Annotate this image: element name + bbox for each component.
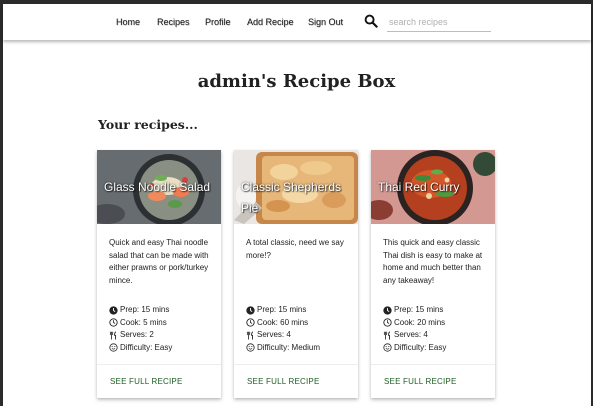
recipe-image[interactable]: Glass Noodle Salad (97, 150, 221, 224)
stat-cook: Cook: 5 mins (109, 317, 217, 330)
stat-serves: Serves: 4 (246, 329, 354, 342)
clock-outline-icon (383, 318, 392, 327)
stat-value: Medium (291, 342, 320, 352)
stat-difficulty: Difficulty: Easy (383, 342, 491, 355)
card-description: This quick and easy classic Thai dish is… (383, 238, 483, 285)
card-title: Classic Shepherds Pie (241, 180, 342, 215)
stat-label: Difficulty: (394, 342, 427, 352)
page-title: admin's Recipe Box (197, 71, 396, 92)
stat-value: 60 mins (280, 317, 309, 327)
stat-label: Serves: (257, 330, 285, 339)
clock-solid-icon (109, 306, 118, 315)
stat-label: Cook: (257, 317, 278, 327)
stat-prep: Prep: 15 mins (383, 304, 491, 317)
stat-difficulty: Difficulty: Medium (246, 342, 354, 355)
stat-value: 2 (149, 330, 154, 339)
card-title: Glass Noodle Salad (104, 180, 211, 194)
stat-serves: Serves: 4 (383, 329, 491, 342)
stat-label: Prep: (120, 305, 140, 314)
window-frame-left (0, 0, 3, 406)
see-full-recipe-link[interactable]: SEE FULL RECIPE (384, 377, 457, 386)
search-icon[interactable] (364, 14, 378, 28)
stat-value: 15 mins (141, 305, 170, 314)
nav-link-home[interactable]: Home (116, 17, 140, 27)
stat-prep: Prep: 15 mins (246, 304, 354, 317)
stat-prep: Prep: 15 mins (109, 304, 217, 317)
recipe-card-glass-noodle-salad: Glass Noodle Salad Quick and easy Thai n… (97, 150, 221, 398)
nav-link-recipes[interactable]: Recipes (157, 17, 190, 27)
search-input[interactable] (387, 13, 491, 32)
card-divider (234, 364, 358, 365)
recipe-card-thai-red-curry: Thai Red Curry This quick and easy class… (371, 150, 495, 398)
stat-label: Difficulty: (257, 342, 290, 352)
stat-cook: Cook: 20 mins (383, 317, 491, 330)
utensils-icon (246, 331, 254, 340)
stat-value: Easy (428, 342, 447, 352)
stat-label: Prep: (257, 305, 277, 314)
clock-outline-icon (246, 318, 255, 327)
stat-label: Serves: (120, 330, 148, 339)
recipe-stats: Prep: 15 mins Cook: 5 mins Serves: 2 Dif… (109, 304, 217, 354)
recipe-image[interactable]: Thai Red Curry (371, 150, 495, 224)
card-title: Thai Red Curry (378, 180, 460, 194)
stat-label: Prep: (394, 305, 414, 314)
card-divider (97, 364, 221, 365)
utensils-icon (383, 331, 391, 340)
nav-link-sign-out[interactable]: Sign Out (308, 17, 343, 27)
nav-link-profile[interactable]: Profile (205, 17, 231, 27)
see-full-recipe-link[interactable]: SEE FULL RECIPE (247, 377, 320, 386)
stat-difficulty: Difficulty: Easy (109, 342, 217, 355)
stat-value: 5 mins (143, 317, 167, 327)
stat-cook: Cook: 60 mins (246, 317, 354, 330)
recipe-card-classic-shepherds-pie: Classic Shepherds Pie A total classic, n… (234, 150, 358, 398)
section-title: Your recipes... (98, 117, 198, 132)
utensils-icon (109, 331, 117, 340)
recipe-stats: Prep: 15 mins Cook: 20 mins Serves: 4 Di… (383, 304, 491, 354)
stat-value: 15 mins (415, 305, 444, 314)
clock-solid-icon (246, 306, 255, 315)
smile-icon (246, 343, 255, 352)
stat-value: 20 mins (417, 317, 446, 327)
card-description: Quick and easy Thai noodle salad that ca… (109, 238, 209, 285)
stat-value: 15 mins (278, 305, 307, 314)
stat-value: 4 (286, 330, 291, 339)
stat-value: 4 (423, 330, 428, 339)
card-description: A total classic, need we say more!? (246, 238, 344, 260)
see-full-recipe-link[interactable]: SEE FULL RECIPE (110, 377, 183, 386)
stat-serves: Serves: 2 (109, 329, 217, 342)
smile-icon (109, 343, 118, 352)
recipe-image[interactable]: Classic Shepherds Pie (234, 150, 358, 224)
clock-outline-icon (109, 318, 118, 327)
clock-solid-icon (383, 306, 392, 315)
top-navbar: Home Recipes Profile Add Recipe Sign Out (3, 4, 591, 40)
stat-label: Difficulty: (120, 342, 153, 352)
nav-link-add-recipe[interactable]: Add Recipe (247, 17, 294, 27)
recipe-stats: Prep: 15 mins Cook: 60 mins Serves: 4 Di… (246, 304, 354, 354)
stat-label: Cook: (120, 317, 141, 327)
smile-icon (383, 343, 392, 352)
stat-label: Cook: (394, 317, 415, 327)
stat-value: Easy (154, 342, 173, 352)
card-divider (371, 364, 495, 365)
stat-label: Serves: (394, 330, 422, 339)
